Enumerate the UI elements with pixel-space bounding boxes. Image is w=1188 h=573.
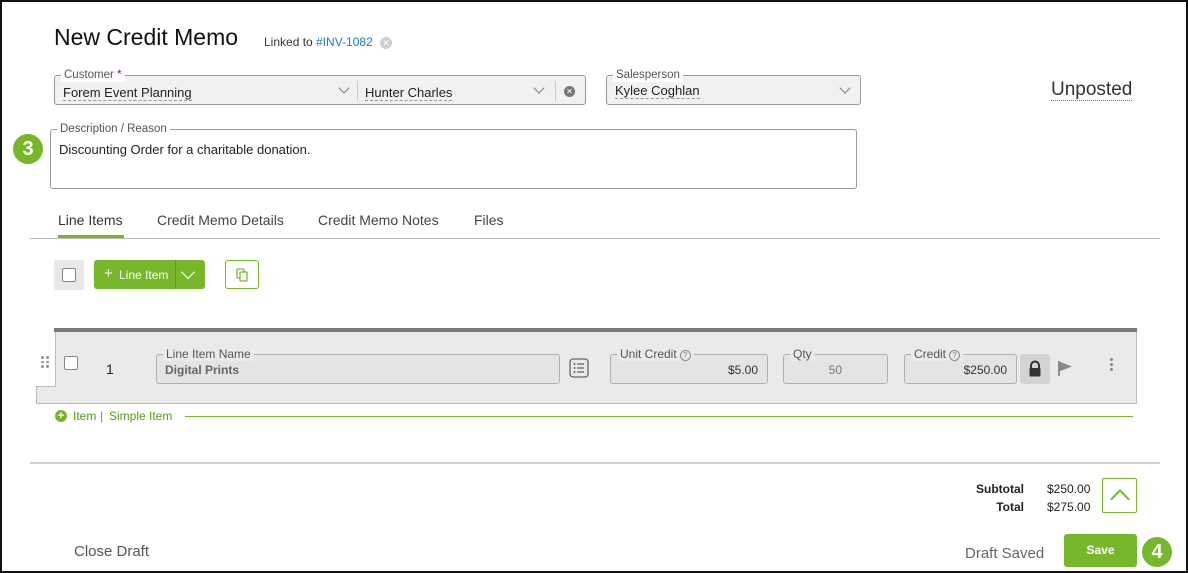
line-item-name-field[interactable]: Line Item Name Digital Prints [156,347,560,384]
line-item-name-input[interactable]: Digital Prints [165,363,239,377]
description-field[interactable]: Description / Reason Discounting Order f… [50,122,857,189]
step-callout-4: 4 [1142,537,1172,567]
add-simple-item-link[interactable]: Simple Item [109,409,172,423]
plus-icon: + [104,265,113,282]
drag-handle-icon[interactable] [41,356,49,368]
invoice-link[interactable]: #INV-1082 [316,35,373,49]
linked-prefix: Linked to [264,35,313,49]
link-separator: | [100,409,104,423]
lock-button[interactable] [1020,354,1050,384]
step-callout-3: 3 [13,134,43,164]
more-options-icon[interactable] [1110,358,1113,372]
credit-label: Credit? [911,347,964,361]
row-checkbox[interactable] [64,356,78,370]
draft-saved-status: Draft Saved [965,545,1045,562]
chevron-down-icon[interactable] [839,82,851,94]
button-split-divider [175,260,176,289]
credit-input[interactable]: $250.00 [964,363,1007,377]
page-title: New Credit Memo [54,24,239,50]
chevron-down-icon[interactable] [338,82,350,94]
add-item-link[interactable]: Item [73,409,96,423]
section-divider [30,462,1160,464]
unit-credit-input[interactable]: $5.00 [728,363,758,377]
copy-icon [236,268,248,282]
line-item-name-label: Line Item Name [163,347,254,361]
salesperson-label: Salesperson [613,68,683,82]
customer-field: Customer * Forem Event Planning Hunter C… [54,68,586,105]
tab-divider [30,238,1160,239]
total-value: $275.00 [1047,500,1091,514]
help-icon[interactable]: ? [679,350,691,361]
salesperson-select[interactable]: Kylee Coghlan [615,83,700,99]
select-all-checkbox[interactable] [62,268,76,282]
chevron-up-icon [1110,489,1130,509]
total-label: Total [996,500,1024,514]
collapse-totals-button[interactable] [1102,478,1137,513]
credit-memo-window: New Credit Memo Linked to #INV-1082 ✕ Cu… [0,0,1188,573]
tab-credit-memo-details[interactable]: Credit Memo Details [157,212,284,228]
add-item-divider [185,416,1133,417]
qty-label: Qty [790,347,815,361]
subtotal-value: $250.00 [1047,482,1091,496]
chevron-down-icon[interactable] [180,264,196,280]
linked-invoice: Linked to #INV-1082 ✕ [264,35,393,49]
unit-credit-field[interactable]: Unit Credit? $5.00 [610,347,768,384]
flag-button[interactable] [1057,360,1073,381]
details-list-button[interactable] [569,358,589,383]
description-input[interactable]: Discounting Order for a charitable donat… [59,142,310,157]
customer-company-select[interactable]: Forem Event Planning [63,85,192,101]
chevron-down-icon[interactable] [533,82,545,94]
description-label: Description / Reason [57,122,170,136]
credit-field[interactable]: Credit? $250.00 [904,347,1017,384]
select-all-checkbox-wrap [54,260,84,290]
lock-icon [1029,360,1041,377]
unit-credit-label: Unit Credit? [617,347,694,361]
add-line-item-button[interactable]: + Line Item [94,260,205,289]
flag-icon [1058,361,1072,376]
list-icon [569,358,589,378]
field-divider [357,81,358,101]
unlink-icon[interactable]: ✕ [380,37,393,49]
status-badge: Unposted [1051,79,1133,101]
add-circle-icon[interactable]: + [55,410,67,422]
field-divider [555,81,556,101]
line-number: 1 [106,361,114,377]
clear-icon[interactable]: ✕ [564,86,575,97]
tab-files[interactable]: Files [474,212,504,228]
salesperson-field[interactable]: Salesperson Kylee Coghlan [606,68,861,105]
qty-field[interactable]: Qty 50 [783,347,888,384]
qty-input[interactable]: 50 [829,363,842,377]
add-line-item-label: Line Item [119,268,169,282]
customer-label: Customer * [61,68,125,82]
tab-line-items[interactable]: Line Items [58,212,123,228]
help-icon[interactable]: ? [949,350,961,361]
customer-contact-select[interactable]: Hunter Charles [365,85,453,101]
copy-button[interactable] [225,260,259,289]
tab-credit-memo-notes[interactable]: Credit Memo Notes [318,212,439,228]
save-button[interactable]: Save [1064,534,1137,567]
subtotal-label: Subtotal [976,482,1024,496]
close-draft-button[interactable]: Close Draft [74,543,149,560]
